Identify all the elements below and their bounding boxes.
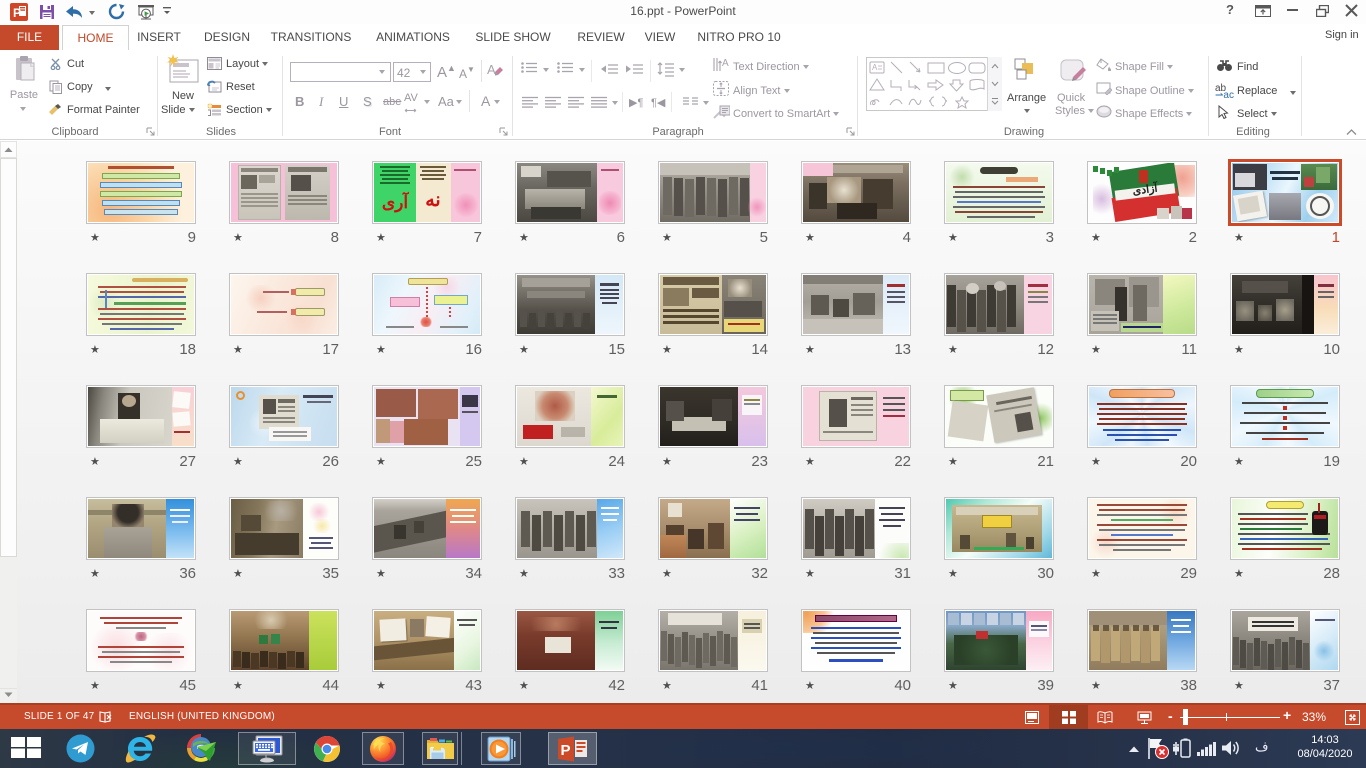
svg-text:A: A (487, 62, 496, 77)
svg-text:A: A (872, 63, 878, 72)
svg-text:A: A (722, 58, 729, 69)
svg-text:P: P (561, 742, 571, 759)
